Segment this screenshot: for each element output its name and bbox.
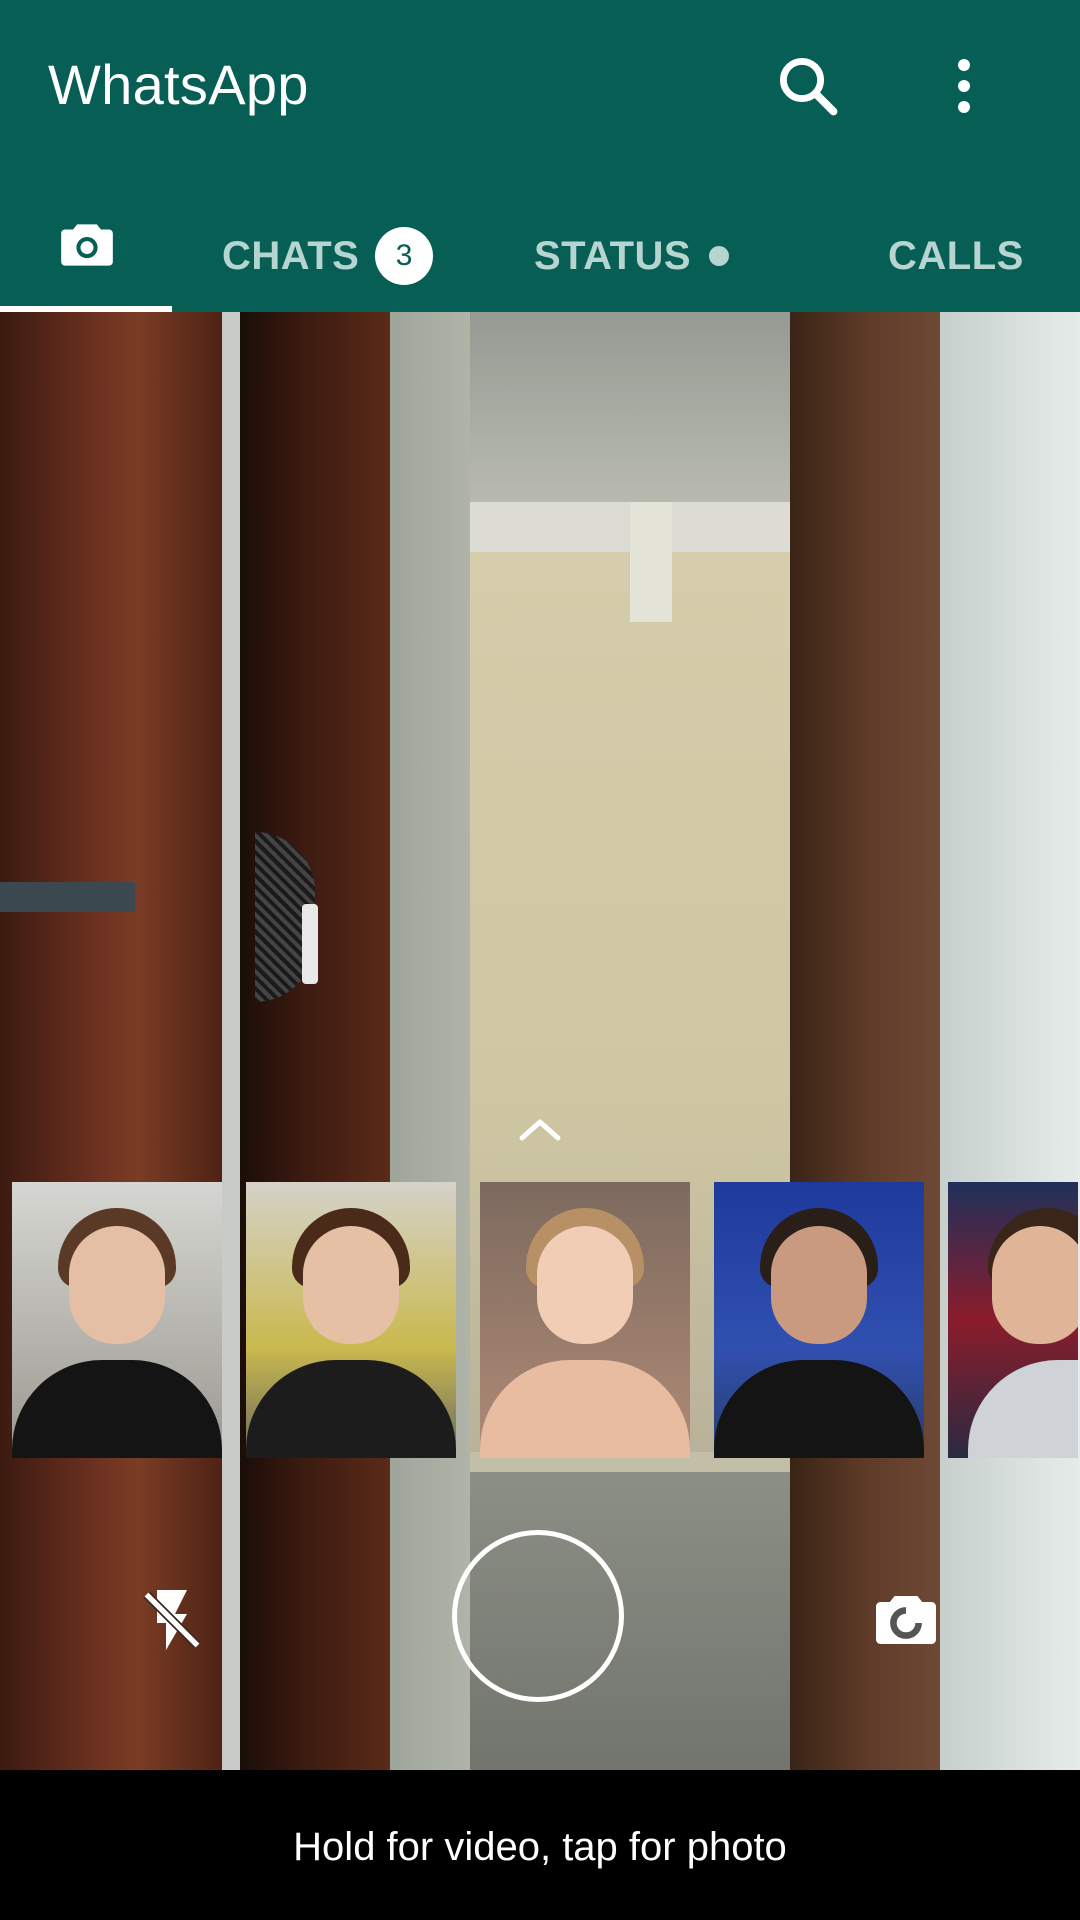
viewfinder-scene-beam-post <box>630 502 672 622</box>
chevron-up-icon[interactable] <box>516 1114 564 1144</box>
switch-camera-icon <box>876 1596 936 1644</box>
tab-chats[interactable]: CHATS 3 <box>222 200 434 312</box>
recent-photo[interactable] <box>480 1182 690 1458</box>
more-options-button[interactable] <box>928 50 1000 122</box>
viewfinder-scene-right-wall <box>940 312 1080 1770</box>
tab-calls[interactable]: CALLS <box>888 200 1024 312</box>
viewfinder-scene-panel-gap <box>0 882 135 912</box>
photo-content <box>303 1226 399 1344</box>
recent-photos-strip[interactable] <box>12 1182 1078 1458</box>
viewfinder-scene-door-frame <box>222 312 240 1770</box>
viewfinder-scene-open-door <box>240 312 390 1770</box>
photo-content <box>246 1360 456 1458</box>
switch-camera-button[interactable] <box>870 1584 942 1656</box>
recent-photo[interactable] <box>12 1182 222 1458</box>
photo-content <box>480 1360 690 1458</box>
photo-content <box>992 1226 1078 1344</box>
tab-status-label: STATUS <box>534 233 692 278</box>
tab-status[interactable]: STATUS <box>534 200 730 312</box>
recent-photo[interactable] <box>246 1182 456 1458</box>
recent-photo[interactable] <box>714 1182 924 1458</box>
photo-content <box>537 1226 633 1344</box>
more-vert-icon <box>958 59 970 113</box>
status-update-dot <box>709 246 730 266</box>
app-title: WhatsApp <box>48 53 309 116</box>
app-bar: WhatsApp CHATS 3 STATUS CALLS <box>0 0 1080 312</box>
search-icon <box>779 57 838 116</box>
photo-content <box>968 1360 1078 1458</box>
viewfinder-scene-right-frame <box>790 312 940 1770</box>
flash-off-icon <box>143 1590 201 1650</box>
viewfinder-scene <box>430 312 850 502</box>
bottom-hint-bar: Hold for video, tap for photo <box>0 1770 1080 1920</box>
photo-content <box>12 1360 222 1458</box>
viewfinder-scene-left-door <box>0 312 230 1770</box>
shutter-button[interactable] <box>452 1530 624 1702</box>
photo-content <box>771 1226 867 1344</box>
capture-hint-text: Hold for video, tap for photo <box>293 1824 787 1869</box>
tab-camera[interactable] <box>0 200 172 312</box>
photo-content <box>69 1226 165 1344</box>
camera-icon <box>61 224 113 266</box>
tab-calls-label: CALLS <box>888 233 1024 278</box>
search-button[interactable] <box>772 50 844 122</box>
tab-chats-label: CHATS <box>222 233 360 278</box>
recent-photo[interactable] <box>948 1182 1078 1458</box>
unread-count-badge: 3 <box>375 227 434 285</box>
flash-toggle-button[interactable] <box>136 1584 208 1656</box>
viewfinder-scene-door-handle <box>302 904 318 984</box>
photo-content <box>714 1360 924 1458</box>
